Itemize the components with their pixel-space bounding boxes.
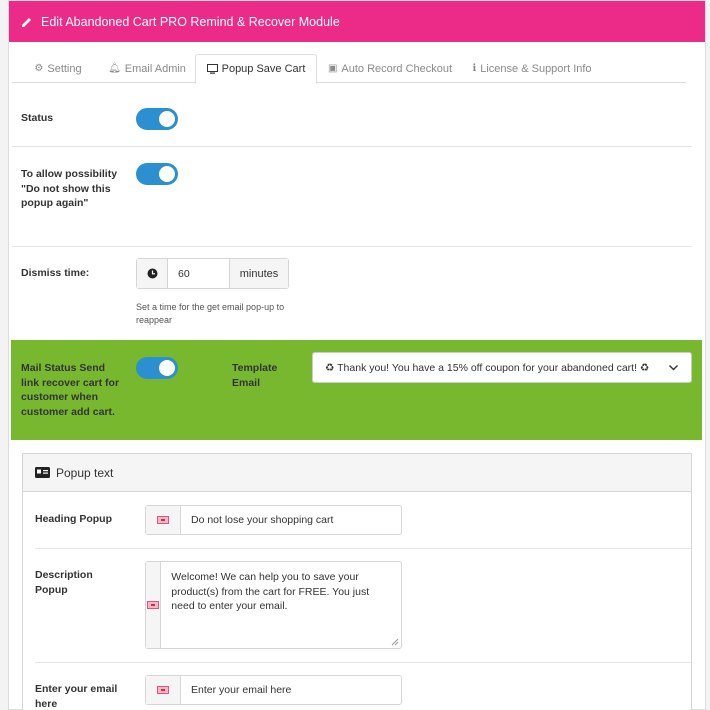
dismiss-help-text: Set a time for the get email pop-up to r… xyxy=(136,302,285,325)
template-email-label: Template Email xyxy=(232,362,278,389)
tab-popup-save-cart[interactable]: Popup Save Cart xyxy=(195,54,317,84)
toggle-knob xyxy=(159,360,175,376)
bell-icon: 🔔︎ xyxy=(108,63,121,74)
email-field-group: Enter your email here xyxy=(145,675,402,705)
dismiss-time-label: Dismiss time: xyxy=(21,267,90,279)
email-field-input[interactable]: Enter your email here xyxy=(180,676,401,704)
tab-setting[interactable]: ⚙ Setting xyxy=(22,54,94,83)
mail-status-toggle[interactable] xyxy=(136,357,178,379)
tab-email-admin[interactable]: 🔔︎ Email Admin xyxy=(104,54,190,83)
template-email-select[interactable]: ♻ Thank you! You have a 15% off coupon f… xyxy=(312,352,692,383)
monitor-icon xyxy=(206,64,218,74)
tab-label: License & Support Info xyxy=(480,62,592,75)
template-email-value: ♻ Thank you! You have a 15% off coupon f… xyxy=(325,361,650,374)
allow-dont-show-label: To allow possibility "Do not show this p… xyxy=(21,168,118,209)
tab-label: Email Admin xyxy=(124,62,186,75)
divider xyxy=(35,548,691,549)
pencil-icon xyxy=(22,17,31,27)
save-icon: ▣ xyxy=(327,63,338,74)
allow-dont-show-toggle[interactable] xyxy=(136,163,178,185)
divider xyxy=(12,246,692,247)
toggle-knob xyxy=(159,166,175,182)
status-label: Status xyxy=(21,112,54,124)
tab-license-support[interactable]: ℹ License & Support Info xyxy=(470,54,594,83)
divider xyxy=(12,146,692,147)
dismiss-time-input[interactable]: 60 xyxy=(167,259,230,288)
resize-handle-icon[interactable] xyxy=(391,638,399,646)
description-popup-group: Welcome! We can help you to save your pr… xyxy=(145,561,402,649)
heading-popup-label: Heading Popup xyxy=(35,513,112,525)
dismiss-time-group: 60 minutes xyxy=(136,258,289,289)
tab-auto-record-checkout[interactable]: ▣ Auto Record Checkout xyxy=(325,54,455,83)
info-icon: ℹ xyxy=(472,63,477,74)
mail-status-label: Mail Status Send link recover cart for c… xyxy=(21,362,120,418)
minutes-addon: minutes xyxy=(230,259,288,288)
heading-popup-input[interactable]: Do not lose your shopping cart xyxy=(180,506,401,534)
id-card-icon xyxy=(35,467,50,478)
flag-icon xyxy=(146,562,162,648)
flag-icon xyxy=(146,506,180,534)
email-field-label: Enter your email here xyxy=(35,683,118,710)
tab-label: Setting xyxy=(47,62,82,75)
panel-header: Edit Abandoned Cart PRO Remind & Recover… xyxy=(9,1,705,42)
tab-bar: ⚙ Setting 🔔︎ Email Admin Popup Save Cart… xyxy=(12,54,686,84)
heading-popup-group: Do not lose your shopping cart xyxy=(145,505,402,535)
gear-icon: ⚙ xyxy=(34,63,44,74)
popup-text-header: Popup text xyxy=(23,454,691,492)
chevron-down-icon xyxy=(669,365,678,371)
toggle-knob xyxy=(159,111,175,127)
popup-text-title: Popup text xyxy=(56,465,114,480)
page-title: Edit Abandoned Cart PRO Remind & Recover… xyxy=(41,14,340,29)
clock-icon xyxy=(137,259,167,288)
description-popup-label: Description Popup xyxy=(35,569,93,596)
divider xyxy=(35,662,691,663)
status-toggle[interactable] xyxy=(136,108,178,130)
flag-icon xyxy=(146,676,180,704)
tab-label: Popup Save Cart xyxy=(221,63,306,75)
tab-label: Auto Record Checkout xyxy=(341,62,453,75)
description-popup-textarea[interactable]: Welcome! We can help you to save your pr… xyxy=(161,562,401,648)
